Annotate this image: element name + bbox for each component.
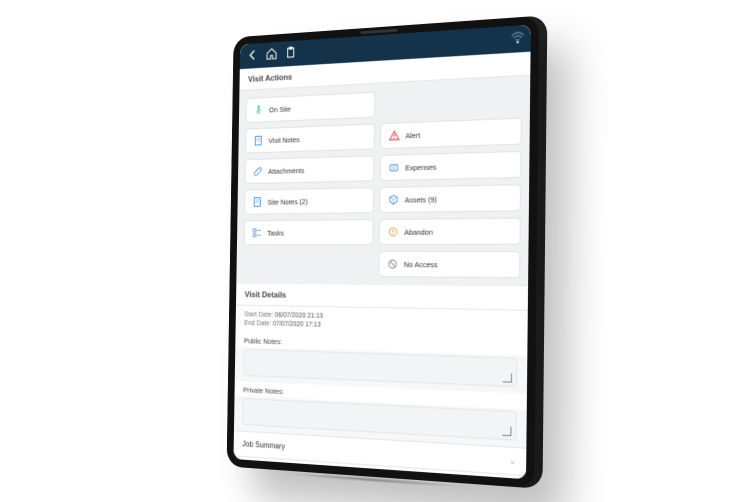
action-label: No Access (404, 260, 438, 269)
action-attachments[interactable]: Attachments (245, 155, 375, 184)
asset-icon (388, 194, 399, 206)
action-abandon[interactable]: Abandon (379, 218, 521, 245)
action-label: Abandon (404, 227, 433, 236)
note-icon (253, 135, 263, 147)
attachment-icon (253, 165, 263, 177)
person-run-icon (253, 104, 263, 116)
chevron-down-icon: ⌄ (508, 455, 516, 467)
action-assets[interactable]: Assets (9) (379, 184, 521, 213)
accordion-label: Job Summary (242, 439, 285, 450)
back-icon[interactable] (247, 48, 259, 64)
action-site-notes[interactable]: Site Notes (2) (244, 187, 374, 214)
action-on-site[interactable]: On Site (246, 92, 376, 123)
action-tasks[interactable]: Tasks (244, 219, 374, 245)
action-alert[interactable]: Alert (380, 118, 522, 150)
action-label: Visit Notes (268, 135, 299, 145)
action-label: Expenses (405, 162, 436, 172)
wifi-icon (511, 30, 525, 47)
action-label: Attachments (268, 166, 305, 176)
action-label: On Site (269, 104, 291, 114)
end-date-value: 07/07/2020 17:13 (273, 321, 321, 329)
actions-grid: On Site Visit Notes Alert Attachments (236, 76, 530, 287)
alert-icon (389, 130, 400, 142)
action-visit-notes[interactable]: Visit Notes (245, 124, 375, 154)
note-icon (252, 196, 262, 208)
action-label: Alert (405, 130, 420, 140)
public-notes-input[interactable] (243, 349, 517, 387)
no-access-icon (387, 258, 398, 270)
action-no-access[interactable]: No Access (378, 251, 520, 278)
action-label: Assets (9) (405, 195, 437, 205)
task-icon (252, 227, 262, 239)
action-label: Tasks (267, 228, 284, 237)
start-date-label: Start Date: (244, 311, 273, 318)
start-date-value: 06/07/2020 21:13 (275, 312, 323, 320)
end-date-label: End Date: (244, 320, 271, 327)
action-expenses[interactable]: Expenses (380, 151, 522, 181)
expense-icon (388, 162, 399, 174)
clipboard-icon[interactable] (284, 45, 296, 61)
action-label: Site Notes (2) (268, 197, 308, 206)
home-icon[interactable] (265, 47, 277, 63)
app-screen: Visit Actions On Site Visit Notes Alert (233, 25, 530, 480)
abandon-icon (387, 226, 398, 238)
